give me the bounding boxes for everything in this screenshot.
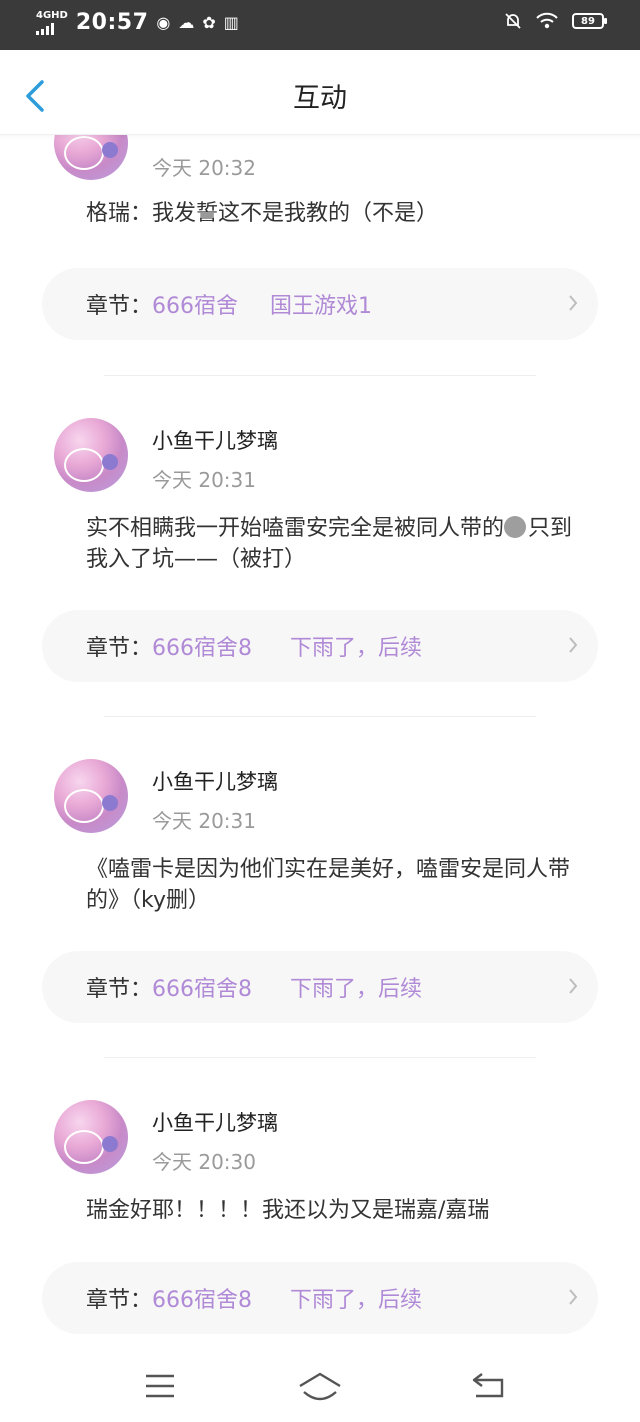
chapter-label: 章节： — [86, 636, 153, 661]
divider — [104, 716, 536, 717]
avatar[interactable] — [54, 1100, 128, 1174]
user-name[interactable]: 小鱼干儿梦璃 — [152, 766, 278, 796]
comment-time: 今天 20:32 — [152, 156, 256, 180]
top-bar: 互动 — [0, 50, 640, 135]
comment-text: 《嗑雷卡是因为他们实在是美好，嗑雷安是同人带的》（ky删） — [86, 857, 571, 913]
book-name: 666宿舍8 — [152, 977, 253, 1002]
book-name: 666宿舍8 — [152, 1288, 253, 1313]
divider — [104, 1057, 536, 1058]
avatar[interactable] — [54, 759, 128, 833]
comment-time: 今天 20:30 — [152, 1150, 256, 1174]
chapter-label: 章节： — [86, 1288, 153, 1313]
back-icon[interactable] — [472, 1372, 506, 1400]
comment-list[interactable]: 今天 20:32 格瑞：我发誓这不是我教的（不是） 章节： 666宿舍 国王游戏… — [0, 134, 640, 1350]
comment-time: 今天 20:31 — [152, 809, 256, 833]
status-time: 20:57 — [75, 10, 149, 35]
chapter-label: 章节： — [86, 977, 153, 1002]
divider — [104, 375, 536, 376]
chapter-name: 下雨了，后续 — [290, 977, 423, 1002]
comment-time: 今天 20:31 — [152, 468, 256, 492]
menu-icon[interactable] — [144, 1372, 176, 1400]
comment-text-part: 实不相瞒我一开始嗑雷安完全是被同人带的 — [86, 516, 505, 541]
comment-text: 实不相瞒我一开始嗑雷安完全是被同人带的 只到我入了坑——（被打） — [86, 513, 586, 575]
cloud-icon: ☁ — [178, 13, 195, 32]
system-nav-bar — [0, 1350, 640, 1422]
mute-bell-icon — [505, 13, 521, 29]
chapter-link[interactable]: 章节： 666宿舍8 下雨了，后续 — [42, 951, 598, 1023]
comment-text: 瑞金好耶！！！！我还以为又是瑞嘉/嘉瑞 — [86, 1198, 490, 1223]
book-name: 666宿舍 — [152, 294, 239, 319]
avatar[interactable] — [54, 418, 128, 492]
chapter-name: 下雨了，后续 — [290, 636, 423, 661]
page-title: 互动 — [293, 83, 347, 114]
chapter-link[interactable]: 章节： 666宿舍8 下雨了，后续 — [42, 1262, 598, 1334]
network-type: 4GHD — [36, 9, 68, 21]
chevron-right-icon — [569, 978, 578, 994]
emoji-icon — [504, 516, 527, 538]
comment-text: 格瑞：我发誓这不是我教的（不是） — [86, 201, 439, 226]
chapter-link[interactable]: 章节： 666宿舍 国王游戏1 — [42, 268, 598, 340]
user-name[interactable]: 小鱼干儿梦璃 — [152, 425, 278, 455]
pinwheel-icon: ✿ — [202, 13, 216, 32]
battery-level: 89 — [581, 15, 595, 27]
battery-icon: 89 — [572, 13, 607, 29]
chapter-name: 下雨了，后续 — [290, 1288, 423, 1313]
home-icon[interactable] — [298, 1372, 342, 1404]
chevron-right-icon — [569, 1289, 578, 1305]
chapter-label: 章节： — [86, 294, 153, 319]
signal-icon — [36, 21, 54, 35]
chevron-right-icon — [569, 637, 578, 653]
wifi-icon — [536, 12, 558, 29]
chevron-right-icon — [569, 295, 578, 311]
network-indicator: 4GHD — [36, 9, 68, 35]
book-icon: ▥ — [223, 13, 239, 32]
book-name: 666宿舍8 — [152, 636, 253, 661]
chapter-name: 国王游戏1 — [270, 294, 373, 319]
user-name[interactable]: 小鱼干儿梦璃 — [152, 1107, 278, 1137]
chapter-link[interactable]: 章节： 666宿舍8 下雨了，后续 — [42, 610, 598, 682]
status-bar: 4GHD 20:57 ◉ ☁ ✿ ▥ 89 — [0, 0, 640, 50]
notification-icon: ◉ — [156, 13, 171, 32]
